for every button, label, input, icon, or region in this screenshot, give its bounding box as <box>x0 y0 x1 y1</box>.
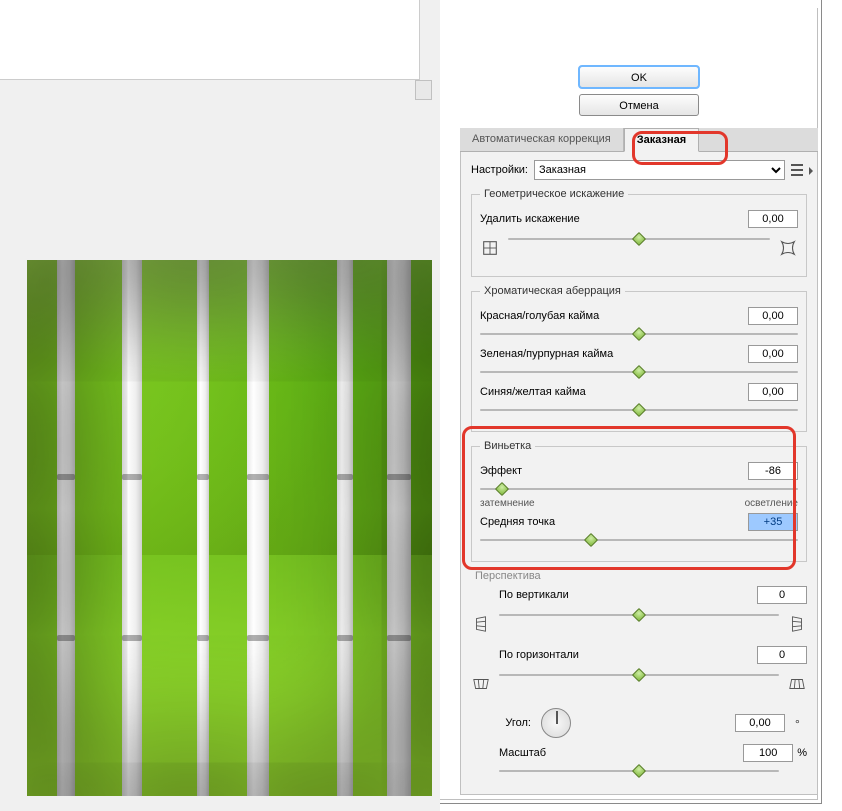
custom-panel: Настройки: Заказная Геометрическое искаж… <box>460 152 818 795</box>
tab-custom[interactable]: Заказная <box>624 128 699 152</box>
blue-yellow-label: Синяя/желтая кайма <box>480 386 748 398</box>
angle-input[interactable] <box>735 714 785 732</box>
preview-image <box>27 260 432 796</box>
vignette-amount-label: Эффект <box>480 465 748 477</box>
perspective-horizontal-label: По горизонтали <box>471 649 757 661</box>
vignette-amount-slider[interactable] <box>480 482 798 496</box>
angle-label: Угол: <box>471 717 531 729</box>
settings-dropdown[interactable]: Заказная <box>534 160 785 180</box>
vignette-amount-input[interactable] <box>748 462 798 480</box>
preview-canvas-top <box>0 0 420 80</box>
green-magenta-label: Зеленая/пурпурная кайма <box>480 348 748 360</box>
perspective-vertical-label: По вертикали <box>471 589 757 601</box>
group-perspective-title: Перспектива <box>475 570 807 582</box>
tab-strip: Автоматическая коррекция Заказная <box>460 128 818 152</box>
green-magenta-input[interactable] <box>748 345 798 363</box>
horizontal-perspective-right-icon <box>787 666 807 702</box>
scale-input[interactable] <box>743 744 793 762</box>
remove-distortion-label: Удалить искажение <box>480 213 748 225</box>
remove-distortion-slider[interactable] <box>508 232 770 246</box>
group-vignette-title: Виньетка <box>480 440 535 452</box>
settings-label: Настройки: <box>471 164 528 176</box>
preview-scrollbar[interactable] <box>415 80 432 100</box>
vignette-midpoint-slider[interactable] <box>480 533 798 547</box>
scale-label: Масштаб <box>471 747 743 759</box>
perspective-horizontal-input[interactable] <box>757 646 807 664</box>
cancel-button[interactable]: Отмена <box>579 94 699 116</box>
scale-slider[interactable] <box>499 764 779 778</box>
blue-yellow-slider[interactable] <box>480 403 798 417</box>
group-geometric-distortion: Геометрическое искажение Удалить искажен… <box>471 188 807 277</box>
red-cyan-slider[interactable] <box>480 327 798 341</box>
blue-yellow-input[interactable] <box>748 383 798 401</box>
remove-distortion-input[interactable] <box>748 210 798 228</box>
vignette-midpoint-input[interactable] <box>748 513 798 531</box>
panel-menu-icon[interactable] <box>791 164 807 176</box>
green-magenta-slider[interactable] <box>480 365 798 379</box>
horizontal-perspective-left-icon <box>471 666 491 702</box>
degree-icon: ° <box>795 717 807 729</box>
red-cyan-label: Красная/голубая кайма <box>480 310 748 322</box>
pincushion-icon <box>778 230 798 266</box>
ok-button[interactable]: OK <box>579 66 699 88</box>
group-geometric-distortion-title: Геометрическое искажение <box>480 188 628 200</box>
barrel-icon <box>480 230 500 266</box>
vignette-lighten-label: осветление <box>745 498 798 509</box>
controls-panel: OK Отмена Автоматическая коррекция Заказ… <box>460 6 818 798</box>
group-vignette: Виньетка Эффект затемнение осветление Ср… <box>471 440 807 562</box>
red-cyan-input[interactable] <box>748 307 798 325</box>
tab-auto-correction[interactable]: Автоматическая коррекция <box>460 128 624 151</box>
vertical-perspective-left-icon <box>471 606 491 642</box>
settings-row: Настройки: Заказная <box>471 160 807 180</box>
vignette-darken-label: затемнение <box>480 498 535 509</box>
perspective-vertical-input[interactable] <box>757 586 807 604</box>
angle-dial[interactable] <box>541 708 571 738</box>
vignette-midpoint-label: Средняя точка <box>480 516 748 528</box>
vertical-perspective-right-icon <box>787 606 807 642</box>
group-chromatic-aberration: Хроматическая аберрация Красная/голубая … <box>471 285 807 432</box>
perspective-vertical-slider[interactable] <box>499 608 779 622</box>
scale-unit: % <box>797 747 807 759</box>
group-chromatic-aberration-title: Хроматическая аберрация <box>480 285 625 297</box>
perspective-horizontal-slider[interactable] <box>499 668 779 682</box>
